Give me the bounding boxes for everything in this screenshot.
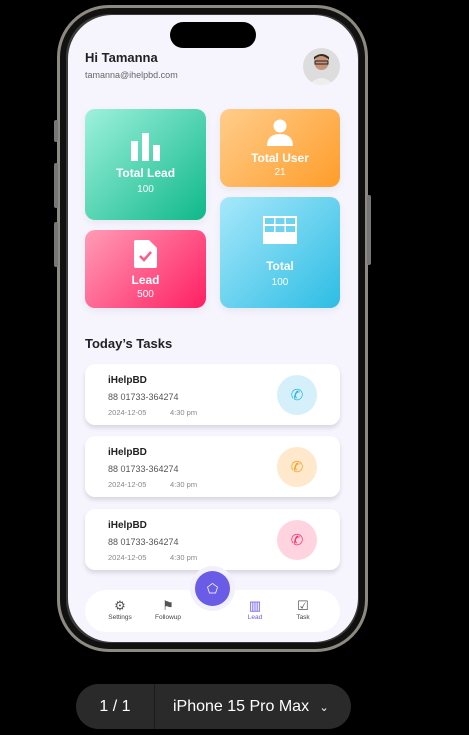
nav-label: Followup <box>154 614 181 621</box>
card-title: Lead <box>131 273 160 287</box>
home-fab-button[interactable]: ⬠ <box>195 571 230 606</box>
task-time: 4:30 pm <box>170 408 198 417</box>
task-date: 2024-12-05 <box>108 553 147 562</box>
nav-task[interactable]: ☑ Task <box>278 598 328 621</box>
call-button[interactable]: ✆ <box>277 375 317 415</box>
task-card[interactable]: iHelpBD 88 01733-364274 2024-12-05 4:30 … <box>85 509 340 570</box>
task-name: iHelpBD <box>108 447 147 458</box>
task-date: 2024-12-05 <box>108 480 147 489</box>
total-lead-card[interactable]: Total Lead 100 <box>85 109 206 220</box>
side-button <box>54 222 58 267</box>
card-title: Total Lead <box>115 166 176 180</box>
nav-label: Lead <box>247 614 263 621</box>
task-name: iHelpBD <box>108 520 147 531</box>
followup-icon: ⚑ <box>162 598 174 613</box>
task-time: 4:30 pm <box>170 480 198 489</box>
card-value: 100 <box>137 184 154 195</box>
nav-settings[interactable]: ⚙ Settings <box>95 598 145 621</box>
side-button <box>54 120 58 142</box>
total-user-card[interactable]: Total User 21 <box>220 109 340 187</box>
task-card[interactable]: iHelpBD 88 01733-364274 2024-12-05 4:30 … <box>85 436 340 497</box>
task-card[interactable]: iHelpBD 88 01733-364274 2024-12-05 4:30 … <box>85 364 340 425</box>
side-button <box>367 195 371 265</box>
call-button[interactable]: ✆ <box>277 520 317 560</box>
task-date: 2024-12-05 <box>108 408 147 417</box>
page-indicator: 1 / 1 <box>76 684 155 729</box>
avatar[interactable] <box>303 48 340 85</box>
phone-icon: ✆ <box>290 532 304 549</box>
task-phone: 88 01733-364274 <box>108 392 179 402</box>
user-icon <box>267 119 293 146</box>
card-title: Total User <box>251 151 309 165</box>
device-pager: 1 / 1 iPhone 15 Pro Max ⌄ <box>76 684 351 729</box>
device-name: iPhone 15 Pro Max <box>173 698 310 715</box>
phone-icon: ✆ <box>290 459 304 476</box>
call-button[interactable]: ✆ <box>277 447 317 487</box>
user-email: tamanna@ihelpbd.com <box>85 70 178 80</box>
lead-card[interactable]: Lead 500 <box>85 230 206 308</box>
card-value: 500 <box>137 289 154 300</box>
device-select[interactable]: iPhone 15 Pro Max ⌄ <box>173 684 329 731</box>
bar-chart-icon: ▥ <box>248 598 262 613</box>
app-screen: Hi Tamanna tamanna@ihelpbd.com Total Lea… <box>68 15 358 642</box>
gear-icon: ⚙ <box>114 598 126 613</box>
card-value: 100 <box>271 277 289 288</box>
section-title: Today’s Tasks <box>85 336 173 351</box>
nav-lead[interactable]: ▥ Lead <box>230 598 280 621</box>
total-card[interactable]: Total 100 <box>220 197 340 308</box>
task-name: iHelpBD <box>108 375 147 386</box>
nav-label: Settings <box>108 614 132 621</box>
document-check-icon <box>134 240 157 268</box>
nav-followup[interactable]: ⚑ Followup <box>143 598 193 621</box>
card-value: 21 <box>274 167 286 178</box>
nav-label: Task <box>296 614 310 621</box>
document-check-icon: ☑ <box>297 598 309 613</box>
card-title: Total <box>266 259 294 273</box>
chevron-down-icon: ⌄ <box>319 702 329 714</box>
table-icon <box>263 216 297 244</box>
task-time: 4:30 pm <box>170 553 198 562</box>
phone-icon: ✆ <box>290 387 304 404</box>
dynamic-island <box>170 22 256 48</box>
bar-chart-icon <box>130 133 160 161</box>
task-phone: 88 01733-364274 <box>108 537 179 547</box>
pentagon-icon: ⬠ <box>206 580 219 596</box>
task-phone: 88 01733-364274 <box>108 464 179 474</box>
side-button <box>54 163 58 208</box>
greeting: Hi Tamanna <box>85 50 158 65</box>
